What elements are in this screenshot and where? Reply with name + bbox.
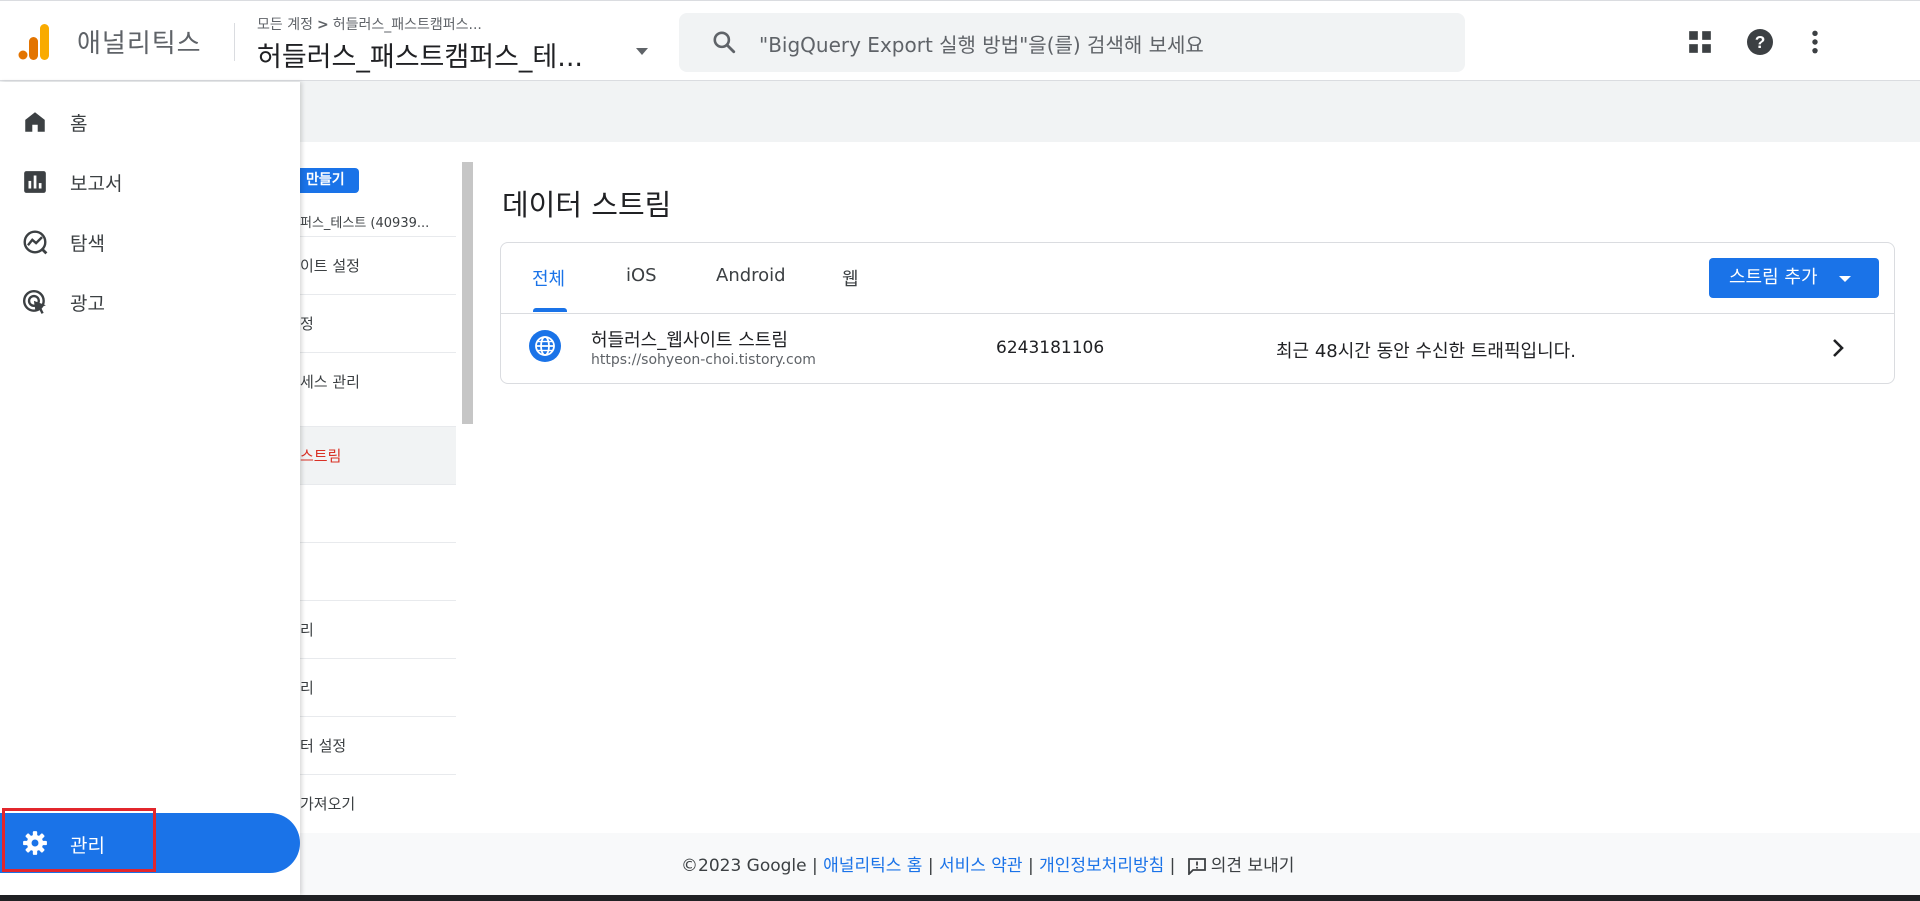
search-input[interactable]: "BigQuery Export 실행 방법"을(를) 검색해 보세요	[679, 13, 1465, 72]
property-selector[interactable]: 허들러스_패스트캠퍼스_테...	[257, 35, 583, 74]
account-name[interactable]: 퍼스_테스트 (40939...	[300, 212, 429, 231]
apps-grid-icon[interactable]	[1687, 29, 1713, 55]
nav-item-explore[interactable]: 탐색	[0, 216, 300, 266]
admin-nav-item[interactable]: 정	[300, 294, 456, 353]
feedback-icon[interactable]	[1187, 857, 1207, 875]
footer: ©2023 Google | 애널리틱스 홈 | 서비스 약관 | 개인정보처리…	[300, 833, 1920, 895]
home-icon	[25, 112, 45, 132]
admin-nav-item[interactable]: 세스 관리	[300, 352, 456, 411]
taskbar-strip	[0, 895, 1920, 901]
admin-nav-item-data-streams[interactable]: 스트림	[300, 426, 456, 485]
tab-web[interactable]: 웹	[842, 265, 859, 291]
explore-icon	[23, 230, 48, 255]
nav-item-label: 홈	[70, 113, 88, 135]
footer-separator: |	[927, 856, 934, 876]
nav-item-label: 광고	[70, 293, 105, 315]
nav-item-label: 보고서	[70, 173, 123, 195]
stream-status: 최근 48시간 동안 수신한 트래픽입니다.	[1276, 341, 1576, 362]
breadcrumb-account[interactable]: 허들러스_패스트캠퍼스...	[333, 17, 482, 33]
active-tab-indicator	[533, 308, 567, 312]
header-divider	[234, 23, 235, 61]
search-placeholder: "BigQuery Export 실행 방법"을(를) 검색해 보세요	[759, 33, 1204, 57]
admin-nav-scrollbar[interactable]	[462, 162, 473, 424]
footer-link-terms[interactable]: 서비스 약관	[939, 856, 1023, 876]
footer-separator: |	[1027, 856, 1034, 876]
chevron-down-icon	[1839, 276, 1851, 282]
nav-drawer: 홈 보고서 탐색 광고 관리	[0, 82, 300, 895]
reports-icon	[24, 171, 46, 193]
breadcrumb[interactable]: 모든 계정 > 허들러스_패스트캠퍼스...	[257, 14, 482, 34]
admin-nav-item[interactable]: 가져오기	[300, 774, 456, 833]
create-button[interactable]: 만들기	[300, 168, 359, 193]
footer-separator: |	[812, 856, 818, 876]
more-vert-icon[interactable]	[1802, 29, 1828, 55]
nav-item-label: 탐색	[70, 233, 105, 255]
top-app-bar: 애널리틱스 모든 계정 > 허들러스_패스트캠퍼스... 허들러스_패스트캠퍼스_테…	[0, 0, 1920, 81]
admin-nav-item[interactable]	[300, 542, 456, 601]
footer-link-privacy[interactable]: 개인정보처리방침	[1039, 856, 1164, 876]
chevron-right-icon[interactable]	[1828, 337, 1848, 359]
footer-link-analytics-home[interactable]: 애널리틱스 홈	[823, 856, 922, 876]
nav-item-advertising[interactable]: 광고	[0, 276, 300, 326]
nav-item-home[interactable]: 홈	[0, 96, 300, 146]
footer-separator: |	[1169, 856, 1176, 876]
tab-ios[interactable]: iOS	[626, 265, 657, 286]
admin-nav-item[interactable]: 터 설정	[300, 716, 456, 775]
admin-nav-item[interactable]: 리	[300, 658, 456, 717]
stream-id: 6243181106	[996, 338, 1105, 358]
footer-links: ©2023 Google | 애널리틱스 홈 | 서비스 약관 | 개인정보처리…	[681, 851, 1294, 876]
globe-icon	[529, 330, 561, 362]
search-icon	[713, 31, 736, 54]
tab-android[interactable]: Android	[716, 265, 786, 286]
streams-card: 전체 iOS Android 웹 스트림 추가 허들러스_웹사이트 스트림 ht…	[500, 242, 1895, 384]
stream-row[interactable]: 허들러스_웹사이트 스트림 https://sohyeon-choi.tisto…	[501, 314, 1894, 384]
admin-nav-panel: 만들기 퍼스_테스트 (40939... 이트 설정 정 세스 관리 스트림 리…	[300, 162, 456, 833]
nav-item-reports[interactable]: 보고서	[0, 156, 300, 206]
add-stream-label: 스트림 추가	[1729, 267, 1818, 288]
help-icon[interactable]: ?	[1747, 29, 1773, 55]
admin-nav-item[interactable]	[300, 484, 456, 543]
property-dropdown-icon[interactable]	[636, 48, 648, 55]
app-name[interactable]: 애널리틱스	[77, 23, 202, 60]
tab-all[interactable]: 전체	[532, 265, 565, 291]
analytics-logo-icon[interactable]	[18, 24, 52, 60]
stream-name: 허들러스_웹사이트 스트림	[591, 330, 788, 351]
page-title: 데이터 스트림	[502, 188, 672, 222]
breadcrumb-separator: >	[316, 17, 329, 33]
annotation-highlight-box	[2, 808, 156, 872]
breadcrumb-root[interactable]: 모든 계정	[257, 17, 313, 33]
admin-nav-item[interactable]: 리	[300, 600, 456, 659]
feedback-label[interactable]: 의견 보내기	[1211, 856, 1295, 876]
stream-url: https://sohyeon-choi.tistory.com	[591, 352, 816, 368]
copyright: ©2023 Google	[681, 856, 807, 876]
admin-nav-item[interactable]: 이트 설정	[300, 236, 456, 295]
add-stream-button[interactable]: 스트림 추가	[1709, 258, 1879, 298]
advertising-icon	[22, 289, 46, 314]
svg-text:?: ?	[1755, 32, 1766, 52]
